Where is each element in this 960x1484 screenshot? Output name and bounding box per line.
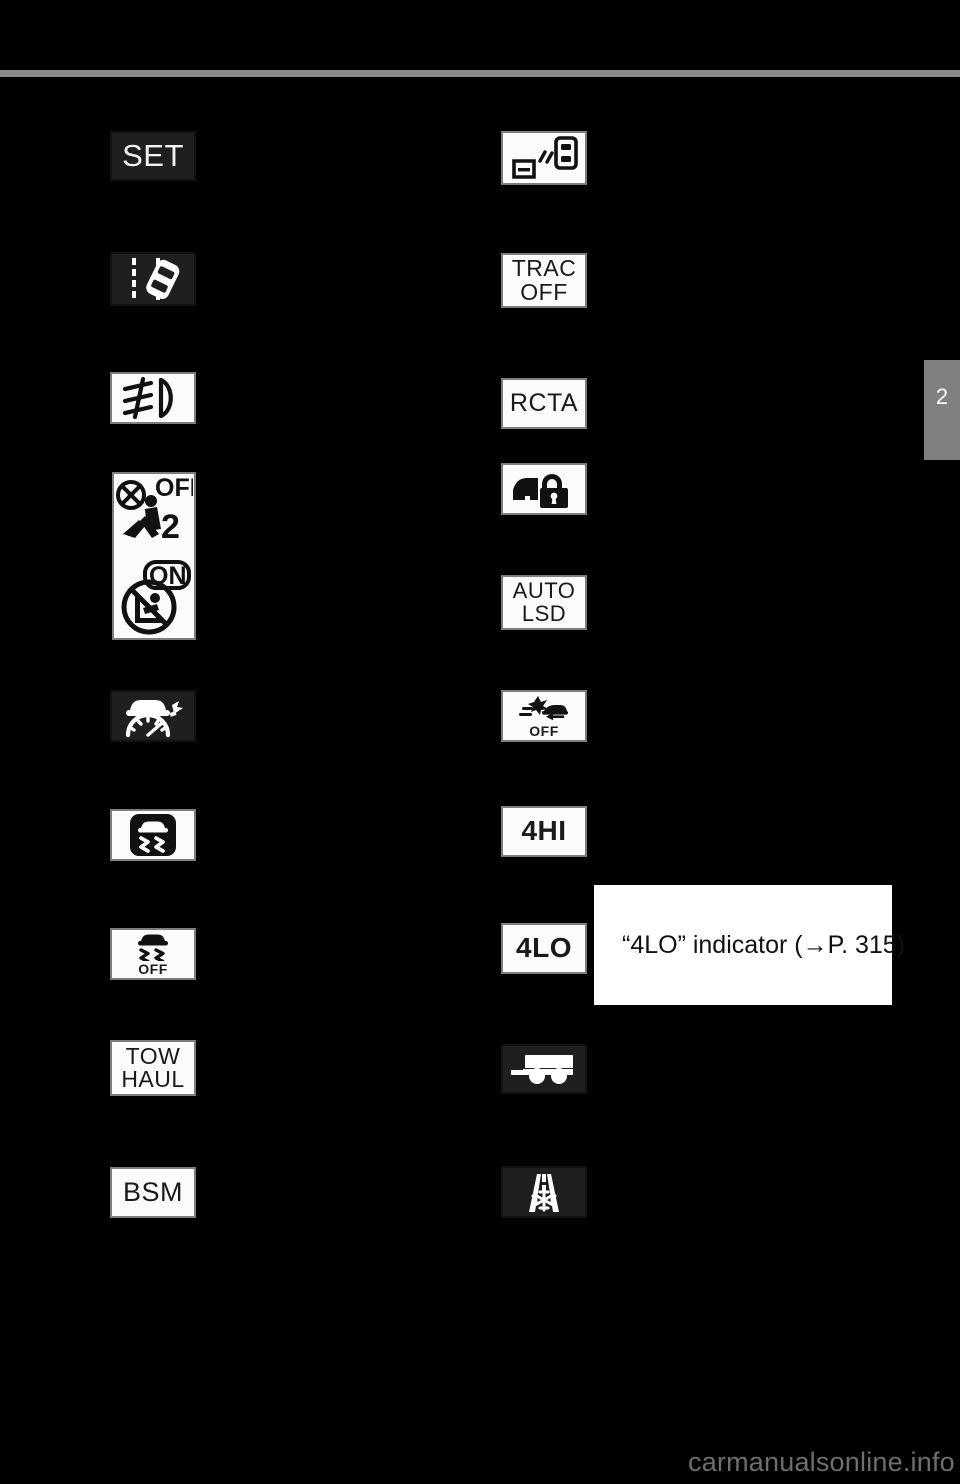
indicator-auto-lsd: AUTO LSD (501, 575, 587, 630)
indicator-label-line2: HAUL (121, 1066, 185, 1092)
indicator-label: RCTA (509, 388, 579, 417)
car-speedometer-icon (118, 694, 188, 738)
indicator-label: AUTO LSD (512, 578, 576, 626)
indicator-sub-label: OFF (529, 723, 559, 740)
indicator-label-line2: LSD (521, 600, 567, 626)
indicator-airbag-off-on-indicator: OFF 2 ON (112, 472, 196, 640)
airbag-off-on-icon: OFF 2 ON (115, 476, 193, 636)
indicator-sub-label: OFF (138, 961, 168, 978)
indicator-label-line1: AUTO (512, 578, 576, 604)
indicator-label: 4LO (516, 932, 572, 964)
indicator-slippery-road-indicator (501, 1166, 587, 1218)
indicator-rear-cross-traffic-alert: RCTA (501, 378, 587, 429)
site-watermark: carmanualsonline.info (688, 1447, 955, 1477)
indicator-label-line1: TRAC (511, 255, 577, 282)
snowflake-road-icon (515, 1170, 573, 1214)
lane-departure-icon (118, 256, 188, 302)
skid-car-off-icon: OFF (131, 931, 175, 978)
indicator-trailer-indicator (501, 1044, 587, 1094)
indicator-label: BSM (122, 1176, 183, 1207)
chapter-number: 2 (935, 384, 949, 409)
svg-text:OFF: OFF (155, 476, 193, 502)
chapter-tab: 2 (924, 360, 960, 460)
indicator-four-wheel-drive-high: 4HI (501, 806, 587, 857)
indicator-vsc-off-indicator: OFF (110, 928, 196, 980)
indicator-label: 4HI (521, 815, 567, 847)
trailer-icon (509, 1051, 579, 1087)
callout-text: “4LO” indicator (→P. 315) (622, 930, 905, 959)
indicator-label: TRAC OFF (511, 255, 577, 305)
manual-page: 2 SET OF 2 ON OFF TOW HAUL BSM TRAC OFF … (0, 0, 960, 1484)
indicator-trac-off: TRAC OFF (501, 253, 587, 308)
svg-text:2: 2 (161, 508, 180, 546)
indicator-theft-deterrent-system (501, 463, 587, 515)
indicator-label-line1: TOW (125, 1042, 181, 1069)
car-padlock-icon (509, 468, 579, 510)
indicator-lane-departure-alert (110, 252, 196, 306)
fog-light-icon (119, 377, 187, 419)
pcs-off-icon: OFF (518, 693, 570, 740)
header-divider-rule (0, 70, 960, 77)
indicator-blind-spot-monitor-bsm: BSM (110, 1167, 196, 1218)
indicator-bsm-outside-mirror (501, 131, 587, 185)
indicator-tow-haul-mode: TOW HAUL (110, 1040, 196, 1096)
indicator-label: SET (122, 138, 184, 174)
callout-4lo-indicator: “4LO” indicator (→P. 315) (594, 885, 905, 1005)
blind-spot-vehicle-icon (508, 135, 580, 181)
indicator-label: TOW HAUL (121, 1042, 185, 1092)
indicator-label-line2: OFF (520, 278, 568, 305)
indicator-vsc-slip-indicator (110, 809, 196, 861)
indicator-pre-collision-system-off: OFF (501, 690, 587, 742)
skid-car-icon (128, 812, 178, 858)
indicator-set-indicator: SET (110, 131, 196, 181)
indicator-dynamic-radar-cruise (110, 690, 196, 742)
indicator-front-fog-light (110, 372, 196, 424)
indicator-four-wheel-drive-low: 4LO (501, 923, 587, 974)
